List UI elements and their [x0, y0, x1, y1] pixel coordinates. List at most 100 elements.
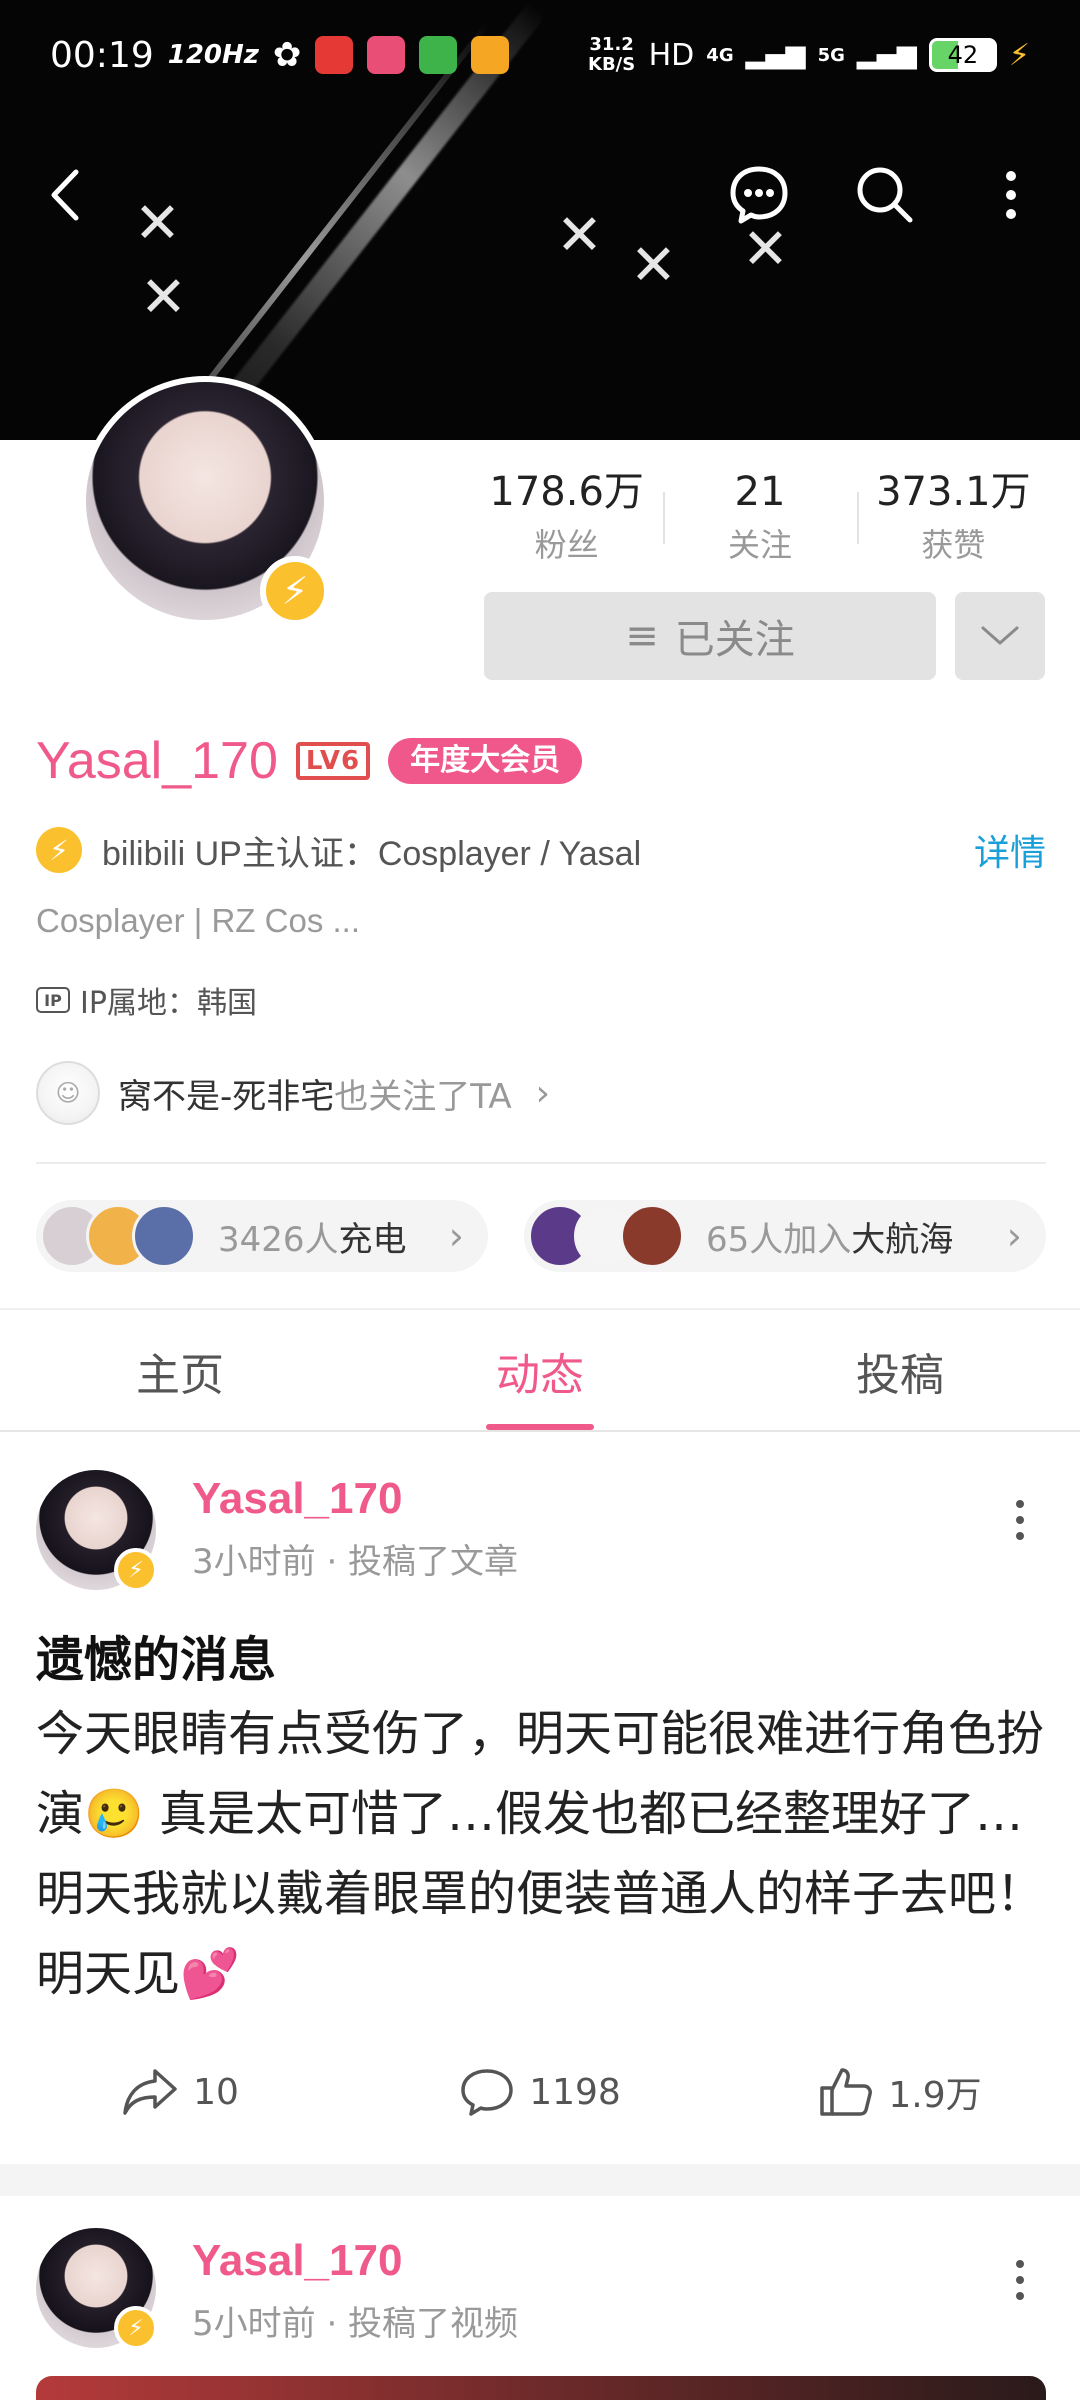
mutual-name: 窝不是-死非宅: [118, 1076, 335, 1117]
netease-music-icon: [315, 36, 354, 74]
post-meta: 3小时前 · 投稿了文章: [192, 1542, 519, 1582]
verification-text: bilibili UP主认证：Cosplayer / Yasal: [102, 834, 642, 873]
net-speed: 31.2 KB/S: [588, 34, 636, 75]
profile-avatar[interactable]: ⚡: [80, 376, 330, 626]
lightning-badge-icon: ⚡: [260, 556, 330, 626]
tab-submissions[interactable]: 投稿: [720, 1312, 1080, 1430]
net-5g: 5G: [817, 44, 845, 66]
mutual-suffix: 也关注了TA: [334, 1076, 512, 1117]
tab-home[interactable]: 主页: [0, 1312, 360, 1430]
follow-dropdown-button[interactable]: [955, 592, 1045, 680]
post-avatar[interactable]: ⚡: [36, 1470, 158, 1592]
signal-icon: ▂▄▆: [856, 40, 917, 70]
post-avatar[interactable]: ⚡: [36, 2228, 158, 2350]
search-icon: [857, 167, 913, 223]
profile-tabs: 主页 动态 投稿: [0, 1312, 1080, 1430]
ip-location-row: IP IP属地：韩国: [36, 978, 257, 1022]
lightning-badge-icon: ⚡: [114, 2306, 158, 2350]
stat-label: 粉丝: [534, 526, 599, 564]
like-count: 1.9万: [888, 2075, 982, 2116]
charge-text: 3426人充电: [218, 1212, 407, 1261]
dot-icon: [1016, 2292, 1024, 2300]
feed-separator: [0, 2164, 1080, 2196]
chat-bubble-icon: [730, 166, 788, 224]
tab-dynamics[interactable]: 动态: [360, 1312, 720, 1430]
ip-location: IP属地：韩国: [80, 986, 257, 1021]
stat-following[interactable]: 21 关注: [663, 462, 856, 572]
stat-likes[interactable]: 373.1万 获赞: [856, 462, 1050, 572]
stat-fans[interactable]: 178.6万 粉丝: [470, 462, 663, 572]
net-4g: 4G: [706, 44, 734, 66]
post-title[interactable]: 遗憾的消息: [36, 1620, 276, 1690]
comment-count: 1198: [529, 2071, 621, 2113]
chevron-right-icon: ›: [1006, 1214, 1022, 1258]
mutual-follow-row[interactable]: ☺ 窝不是-死非宅也关注了TA ›: [36, 1058, 550, 1128]
fleet-member-avatar: [620, 1204, 684, 1268]
stat-label: 关注: [727, 526, 792, 564]
divider: [36, 1162, 1046, 1164]
hd-indicator: HD: [648, 37, 695, 73]
more-options-button[interactable]: [966, 140, 1056, 250]
details-link[interactable]: 详情: [974, 824, 1046, 876]
post-more-button[interactable]: [990, 1480, 1050, 1560]
share-arrow-icon: [123, 2069, 177, 2115]
message-button[interactable]: [714, 140, 804, 250]
back-button[interactable]: [20, 140, 110, 250]
stat-value: 373.1万: [876, 469, 1031, 515]
lightning-verify-icon: ⚡: [36, 827, 82, 873]
upload-icon: [419, 36, 458, 74]
profile-page: ✕ ✕ ✕ ✕ ✕ 00:19 120Hz ✿ 31.2 KB/S HD 4G …: [0, 0, 1080, 2400]
post-body[interactable]: 今天眼睛有点受伤了，明天可能很难进行角色扮演🥲 真是太可惜了…假发也都已经整理好…: [36, 1694, 1046, 2014]
dot-icon: [1016, 2260, 1024, 2268]
charge-label: 充电: [338, 1219, 407, 1260]
divider: [0, 1308, 1080, 1310]
charge-count: 3426人: [218, 1219, 339, 1260]
share-button[interactable]: 10: [0, 2052, 360, 2132]
bio-text[interactable]: Cosplayer | RZ Cos ...: [36, 902, 360, 940]
fan-icon: ✿: [272, 35, 302, 75]
username-row: Yasal_170 LV6 年度大会员: [36, 726, 583, 796]
chevron-down-icon: [981, 626, 1019, 645]
fleet-label: 大航海: [851, 1219, 954, 1260]
stat-value: 21: [734, 469, 786, 515]
fleet-count: 65人加入: [706, 1219, 852, 1260]
stat-value: 178.6万: [489, 469, 644, 515]
vertical-dots-icon: [1006, 171, 1016, 219]
profile-banner: ✕ ✕ ✕ ✕ ✕ 00:19 120Hz ✿ 31.2 KB/S HD 4G …: [0, 0, 1080, 440]
fleet-pill[interactable]: 65人加入大航海 ›: [524, 1200, 1046, 1272]
vip-badge[interactable]: 年度大会员: [388, 738, 583, 784]
post-more-button[interactable]: [990, 2240, 1050, 2320]
status-bar: 00:19 120Hz ✿ 31.2 KB/S HD 4G ▂▄▆ 5G ▂▄▆…: [0, 0, 1080, 110]
search-button[interactable]: [840, 140, 930, 250]
stat-label: 获赞: [921, 526, 986, 564]
game-icon: [367, 36, 406, 74]
sparkle-icon: ✕: [140, 265, 187, 330]
battery-indicator: 42: [928, 38, 997, 72]
chevron-right-icon: ›: [448, 1214, 464, 1258]
clock: 00:19: [50, 34, 154, 76]
comment-button[interactable]: 1198: [360, 2052, 720, 2132]
post-actions: 10 1198 1.9万: [0, 2052, 1080, 2132]
supporter-avatar: [132, 1204, 196, 1268]
level-badge: LV6: [295, 742, 371, 780]
post-author[interactable]: Yasal_170: [192, 1474, 402, 1524]
feed-post: ⚡ Yasal_170 3小时前 · 投稿了文章 遗憾的消息 今天眼睛有点受伤了…: [0, 1432, 1080, 2164]
ip-icon: IP: [36, 987, 70, 1013]
post-author[interactable]: Yasal_170: [192, 2236, 402, 2286]
dot-icon: [1016, 2276, 1024, 2284]
video-thumbnail[interactable]: [36, 2376, 1046, 2400]
signal-icon: ▂▄▆: [745, 40, 806, 70]
dot-icon: [1016, 1500, 1024, 1508]
lightning-badge-icon: ⚡: [114, 1548, 158, 1592]
charge-pill[interactable]: 3426人充电 ›: [36, 1200, 488, 1272]
charging-icon: ⚡: [1008, 37, 1030, 73]
refresh-rate: 120Hz: [167, 40, 259, 70]
followed-button[interactable]: ≡ 已关注: [484, 592, 936, 680]
comment-icon: [461, 2069, 513, 2116]
mutual-avatar: ☺: [36, 1061, 100, 1125]
fleet-text: 65人加入大航海: [706, 1212, 953, 1261]
feed-post: ⚡ Yasal_170 5小时前 · 投稿了视频: [0, 2196, 1080, 2400]
chevron-right-icon: ›: [535, 1072, 551, 1114]
dot-icon: [1016, 1532, 1024, 1540]
like-button[interactable]: 1.9万: [720, 2052, 1080, 2132]
